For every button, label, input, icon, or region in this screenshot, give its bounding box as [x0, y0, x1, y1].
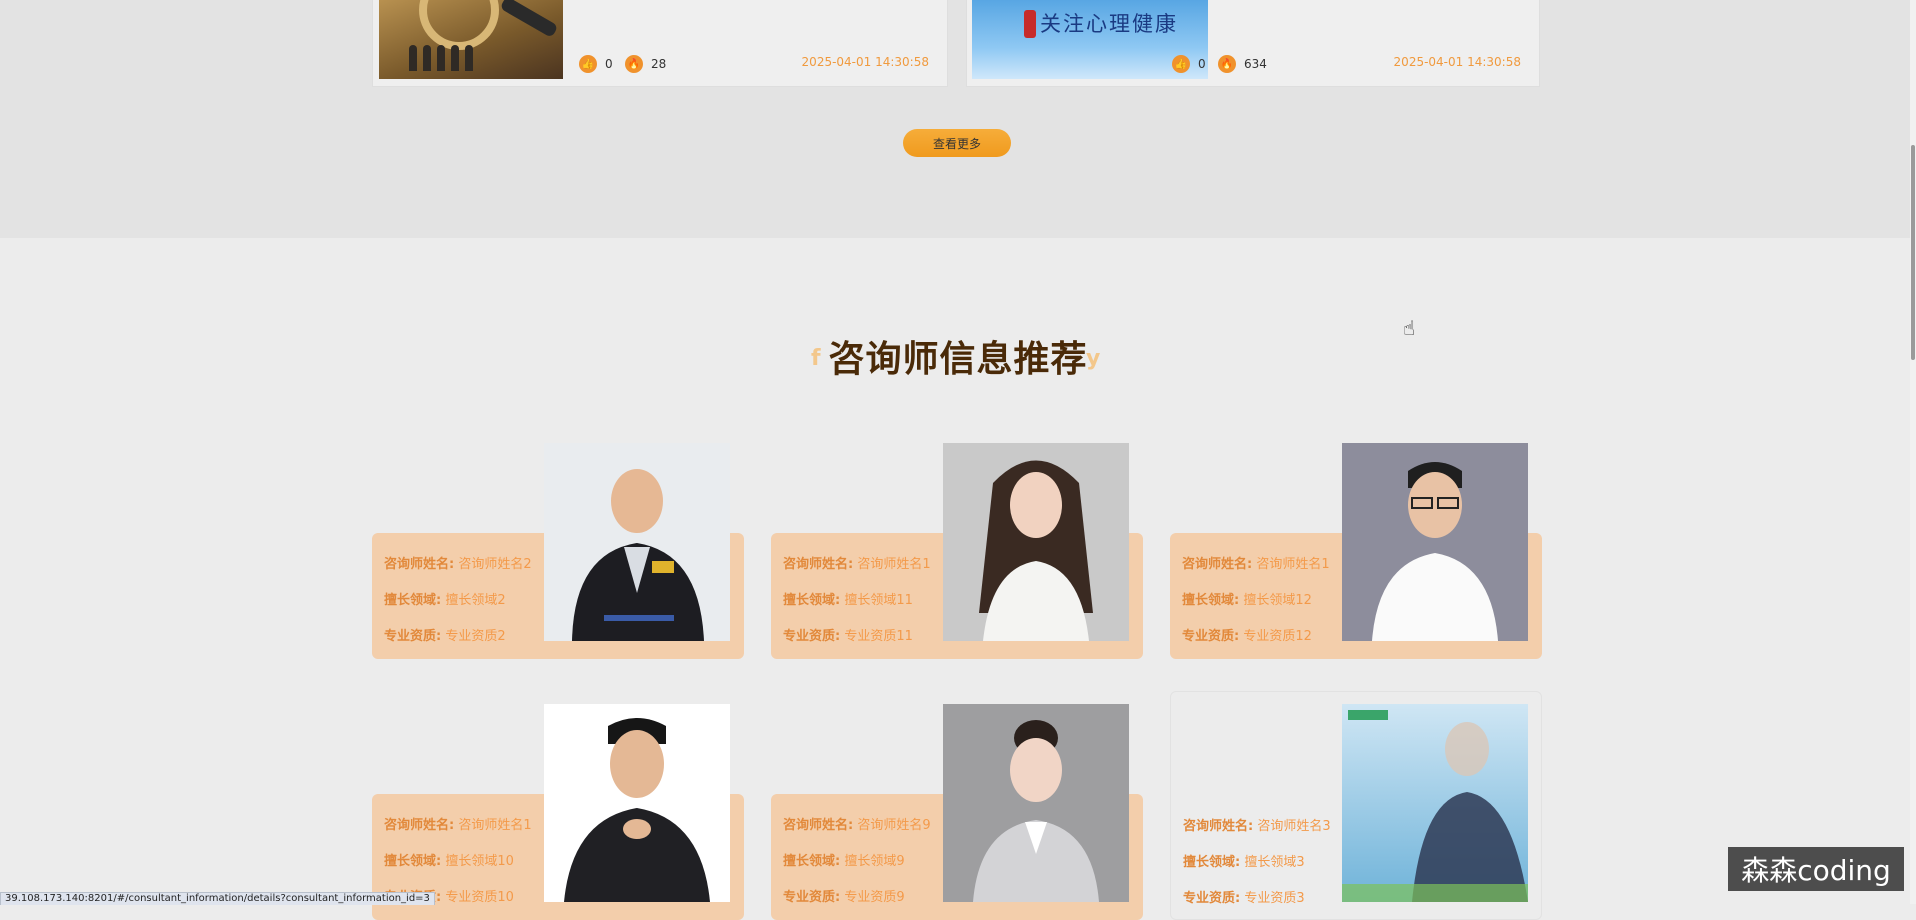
consultant-field-row: 擅长领域: 擅长领域2	[384, 589, 506, 608]
watermark: 森森coding	[1728, 847, 1904, 891]
thumbs-up-icon: 👍	[579, 55, 597, 73]
consultant-name-row: 咨询师姓名: 咨询师姓名9	[783, 814, 931, 833]
consultant-field-row: 擅长领域: 擅长领域11	[783, 589, 913, 608]
field-label: 擅长领域:	[1182, 593, 1240, 608]
name-label: 咨询师姓名:	[783, 818, 854, 833]
consultant-name: 咨询师姓名2	[458, 557, 532, 572]
consultant-photo[interactable]	[544, 443, 730, 641]
qual-label: 专业资质:	[1182, 629, 1240, 644]
consultant-name-row: 咨询师姓名: 咨询师姓名1	[384, 814, 532, 833]
consultant-field: 擅长领域2	[445, 593, 506, 608]
consultant-qual: 专业资质9	[844, 890, 905, 905]
like-stat: 👍 0	[1172, 55, 1206, 73]
consultant-name: 咨询师姓名1	[1256, 557, 1330, 572]
flame-icon: 🔥	[625, 55, 643, 73]
section-title: 咨询师信息推荐	[828, 339, 1088, 380]
consultant-field: 擅长领域11	[844, 593, 913, 608]
seal-graphic	[1024, 10, 1036, 38]
consultant-field: 擅长领域10	[445, 854, 514, 869]
status-bar-url: 39.108.173.140:8201/#/consultant_informa…	[0, 892, 435, 905]
flame-icon: 🔥	[1218, 55, 1236, 73]
field-label: 擅长领域:	[1183, 855, 1241, 870]
article-date: 2025-04-01 14:30:58	[801, 55, 929, 69]
people-graphic	[409, 45, 489, 73]
consultant-qual-row: 专业资质: 专业资质3	[1183, 887, 1305, 906]
consultant-name: 咨询师姓名9	[857, 818, 931, 833]
consultant-name: 咨询师姓名1	[857, 557, 931, 572]
view-more-button[interactable]: 查看更多	[903, 129, 1011, 157]
article-card[interactable]: 关注心理健康 👍 0 🔥 634 2025-04-01 14:30:58	[966, 0, 1540, 87]
article-date: 2025-04-01 14:30:58	[1393, 55, 1521, 69]
field-label: 擅长领域:	[384, 593, 442, 608]
hot-count: 28	[651, 57, 667, 71]
consultant-field: 擅长领域12	[1243, 593, 1312, 608]
consultant-field-row: 擅长领域: 擅长领域9	[783, 850, 905, 869]
hand-cursor-icon: ☝	[1403, 316, 1416, 340]
field-label: 擅长领域:	[783, 593, 841, 608]
magnifier-handle-graphic	[499, 0, 559, 39]
thumbs-up-icon: 👍	[1172, 55, 1190, 73]
field-label: 擅长领域:	[783, 854, 841, 869]
scrollbar-thumb[interactable]	[1911, 145, 1915, 360]
consultant-name: 咨询师姓名3	[1257, 819, 1331, 834]
name-label: 咨询师姓名:	[1183, 819, 1254, 834]
name-label: 咨询师姓名:	[384, 557, 455, 572]
consultant-name-row: 咨询师姓名: 咨询师姓名1	[1182, 553, 1330, 572]
like-stat: 👍 0	[579, 55, 613, 73]
consultant-qual-row: 专业资质: 专业资质11	[783, 625, 913, 644]
consultant-name-row: 咨询师姓名: 咨询师姓名2	[384, 553, 532, 572]
article-thumbnail[interactable]	[379, 0, 563, 79]
consultant-qual-row: 专业资质: 专业资质9	[783, 886, 905, 905]
consultant-qual-row: 专业资质: 专业资质12	[1182, 625, 1312, 644]
consultant-name: 咨询师姓名1	[458, 818, 532, 833]
consultant-field-row: 擅长领域: 擅长领域12	[1182, 589, 1312, 608]
thumbnail-text: 关注心理健康	[1040, 12, 1178, 36]
like-count: 0	[605, 57, 613, 71]
name-label: 咨询师姓名:	[384, 818, 455, 833]
consultant-photo[interactable]	[943, 704, 1129, 902]
qual-label: 专业资质:	[783, 629, 841, 644]
consultant-qual: 专业资质2	[445, 629, 506, 644]
consultant-photo[interactable]	[1342, 443, 1528, 641]
hot-stat: 🔥 28	[625, 55, 666, 73]
name-label: 咨询师姓名:	[783, 557, 854, 572]
hot-stat: 🔥 634	[1218, 55, 1267, 73]
article-card[interactable]: 👍 0 🔥 28 2025-04-01 14:30:58	[372, 0, 948, 87]
qual-label: 专业资质:	[783, 890, 841, 905]
article-section: 👍 0 🔥 28 2025-04-01 14:30:58 关注心理健康 👍 0 …	[0, 0, 1916, 238]
name-label: 咨询师姓名:	[1182, 557, 1253, 572]
qual-label: 专业资质:	[384, 629, 442, 644]
scrollbar-track[interactable]	[1910, 0, 1916, 904]
field-label: 擅长领域:	[384, 854, 442, 869]
like-count: 0	[1198, 57, 1206, 71]
consultant-photo[interactable]	[943, 443, 1129, 641]
consultant-qual: 专业资质11	[844, 629, 913, 644]
consultant-field: 擅长领域3	[1244, 855, 1305, 870]
consultant-field: 擅长领域9	[844, 854, 905, 869]
magnifier-graphic	[419, 0, 499, 50]
consultant-qual: 专业资质12	[1243, 629, 1312, 644]
consultant-photo[interactable]	[544, 704, 730, 902]
consultant-qual: 专业资质10	[445, 890, 514, 905]
hot-count: 634	[1244, 57, 1267, 71]
consultant-name-row: 咨询师姓名: 咨询师姓名1	[783, 553, 931, 572]
consultant-qual-row: 专业资质: 专业资质2	[384, 625, 506, 644]
consultant-field-row: 擅长领域: 擅长领域10	[384, 850, 514, 869]
consultant-photo[interactable]	[1342, 704, 1528, 902]
consultant-field-row: 擅长领域: 擅长领域3	[1183, 851, 1305, 870]
consultant-name-row: 咨询师姓名: 咨询师姓名3	[1183, 815, 1331, 834]
